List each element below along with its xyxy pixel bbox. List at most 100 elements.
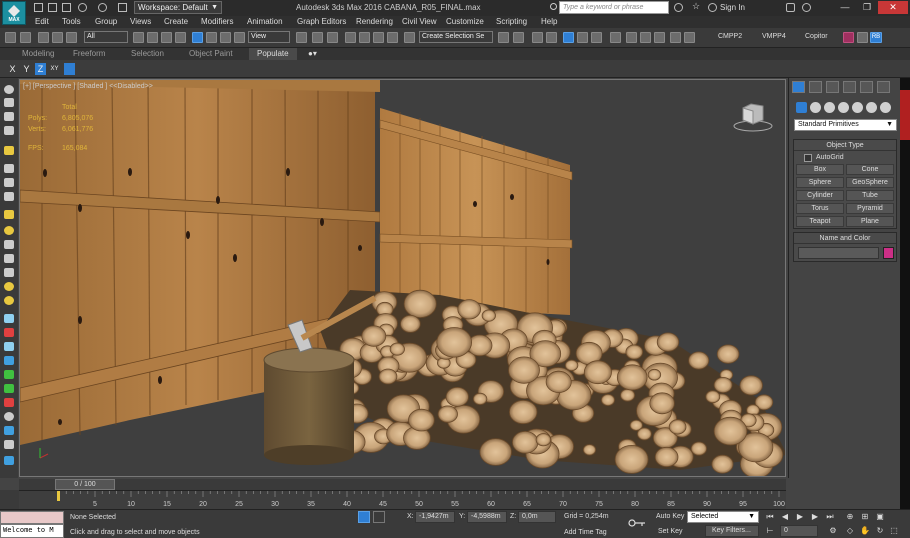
sign-in-link[interactable]: Sign In — [720, 3, 745, 12]
tab-selection[interactable]: Selection — [131, 48, 164, 60]
zoom-all-icon[interactable]: ⊞ — [860, 512, 870, 522]
autogrid-checkbox[interactable] — [804, 154, 812, 162]
tab-object-paint[interactable]: Object Paint — [189, 48, 233, 60]
render-setup-icon[interactable] — [626, 32, 637, 43]
spacewarps-category-icon[interactable] — [866, 102, 877, 113]
key-mode-toggle-icon[interactable]: ⊢ — [765, 526, 775, 536]
hierarchy-tab-icon[interactable] — [826, 81, 839, 93]
render-activeshade-icon[interactable] — [684, 32, 695, 43]
undo-icon[interactable] — [78, 3, 87, 12]
constraint-icon[interactable] — [64, 63, 75, 75]
scene-explorer-icon[interactable] — [532, 32, 543, 43]
rb-badge[interactable]: RB — [870, 32, 882, 43]
select-scale-icon[interactable] — [220, 32, 231, 43]
track-bar[interactable]: 5 10 15 20 25 30 35 40 45 50 55 60 65 70 75 80 85 90 95 100 — [19, 490, 786, 509]
perspective-viewport[interactable]: [+] [Perspective ] [Shaded ] <<Disabled>… — [19, 79, 786, 477]
left-tool-icon-24[interactable] — [4, 426, 14, 435]
axis-x-button[interactable]: X — [7, 63, 18, 75]
viewport-label[interactable]: [+] [Perspective ] [Shaded ] <<Disabled>… — [23, 83, 153, 90]
add-time-tag-button[interactable]: Add Time Tag — [564, 529, 607, 536]
teapot-button[interactable]: Teapot — [796, 216, 844, 227]
exchange-icon[interactable] — [786, 3, 795, 12]
tab-populate[interactable]: Populate — [249, 48, 297, 60]
torus-button[interactable]: Torus — [796, 203, 844, 214]
motion-tab-icon[interactable] — [843, 81, 856, 93]
left-tool-icon-18[interactable] — [4, 342, 14, 351]
left-tool-icon-19[interactable] — [4, 356, 14, 365]
left-tool-icon-6[interactable] — [4, 164, 14, 173]
left-tool-icon-8[interactable] — [4, 192, 14, 201]
display-tab-icon[interactable] — [860, 81, 873, 93]
orbit-icon[interactable]: ↻ — [875, 526, 885, 536]
curve-editor-icon[interactable] — [577, 32, 588, 43]
star-icon[interactable]: ☆ — [692, 1, 701, 11]
render-iterative-icon[interactable] — [670, 32, 681, 43]
menu-animation[interactable]: Animation — [247, 16, 283, 28]
play-icon[interactable]: ▶ — [795, 512, 805, 522]
menu-tools[interactable]: Tools — [62, 16, 81, 28]
left-tool-icon-20[interactable] — [4, 370, 14, 379]
pivot-center-icon[interactable] — [296, 32, 307, 43]
search-icon[interactable] — [550, 3, 557, 10]
rectangular-selection-icon[interactable] — [161, 32, 172, 43]
ribbon-options-icon[interactable]: ●▾ — [308, 48, 317, 60]
trackbar-toggle[interactable] — [0, 490, 19, 509]
systems-category-icon[interactable] — [880, 102, 891, 113]
left-tool-icon-14[interactable] — [4, 282, 14, 291]
geosphere-button[interactable]: GeoSphere — [846, 177, 894, 188]
redo-toolbar-icon[interactable] — [20, 32, 31, 43]
align-icon[interactable] — [513, 32, 524, 43]
zoom-extents-icon[interactable]: ▣ — [875, 512, 885, 522]
ribbon-toggle-icon[interactable] — [563, 32, 574, 43]
tab-modeling[interactable]: Modeling — [22, 48, 54, 60]
left-tool-icon-23[interactable] — [4, 412, 14, 421]
left-tool-icon-17[interactable] — [4, 328, 14, 337]
key-filters-button[interactable]: Key Filters... — [705, 525, 759, 537]
object-color-swatch[interactable] — [883, 247, 894, 259]
spinner-snap-icon[interactable] — [387, 32, 398, 43]
edit-named-selection-icon[interactable] — [404, 32, 415, 43]
left-tool-icon-26[interactable] — [4, 456, 14, 465]
rendered-frame-window-icon[interactable] — [640, 32, 651, 43]
select-move-icon[interactable] — [192, 32, 203, 43]
percent-snap-icon[interactable] — [373, 32, 384, 43]
undo-toolbar-icon[interactable] — [5, 32, 16, 43]
minimize-button[interactable]: — — [834, 1, 856, 14]
next-frame-icon[interactable]: ▶ — [810, 512, 820, 522]
schematic-view-icon[interactable] — [591, 32, 602, 43]
go-to-start-icon[interactable]: ⏮ — [765, 512, 775, 522]
script-button-cmpp2[interactable]: CMPP2 — [718, 33, 742, 40]
auto-key-button[interactable]: Auto Key — [656, 513, 684, 520]
pan-icon[interactable]: ✋ — [860, 526, 870, 536]
left-tool-icon-22[interactable] — [4, 398, 14, 407]
named-selection-dropdown[interactable]: Create Selection Se — [419, 31, 493, 43]
menu-modifiers[interactable]: Modifiers — [201, 16, 233, 28]
lights-category-icon[interactable] — [824, 102, 835, 113]
script-icon-1[interactable] — [843, 32, 854, 43]
menu-graph-editors[interactable]: Graph Editors — [297, 16, 346, 28]
left-tool-icon-21[interactable] — [4, 384, 14, 393]
save-file-icon[interactable] — [62, 3, 71, 12]
field-of-view-icon[interactable]: ◇ — [845, 526, 855, 536]
binoculars-icon[interactable] — [674, 3, 683, 12]
key-mode-dropdown[interactable]: Selected ▼ — [687, 511, 759, 523]
user-icon[interactable] — [708, 3, 717, 12]
menu-rendering[interactable]: Rendering — [356, 16, 393, 28]
new-file-icon[interactable] — [34, 3, 43, 12]
select-place-icon[interactable] — [234, 32, 245, 43]
time-slider[interactable]: 0 / 100 — [19, 479, 786, 490]
time-slider-knob[interactable]: 0 / 100 — [55, 479, 115, 490]
x-coord-field[interactable]: -1,9427m — [415, 511, 455, 523]
cone-button[interactable]: Cone — [846, 164, 894, 175]
cylinder-button[interactable]: Cylinder — [796, 190, 844, 201]
project-folder-icon[interactable] — [118, 3, 127, 12]
cameras-category-icon[interactable] — [838, 102, 849, 113]
left-tool-icon-16[interactable] — [4, 314, 14, 323]
select-object-icon[interactable] — [133, 32, 144, 43]
modify-tab-icon[interactable] — [809, 81, 822, 93]
left-tool-icon-13[interactable] — [4, 268, 14, 277]
tube-button[interactable]: Tube — [846, 190, 894, 201]
maximize-button[interactable]: ❐ — [856, 1, 878, 14]
left-tool-icon-5[interactable] — [4, 146, 14, 155]
select-rotate-icon[interactable] — [206, 32, 217, 43]
